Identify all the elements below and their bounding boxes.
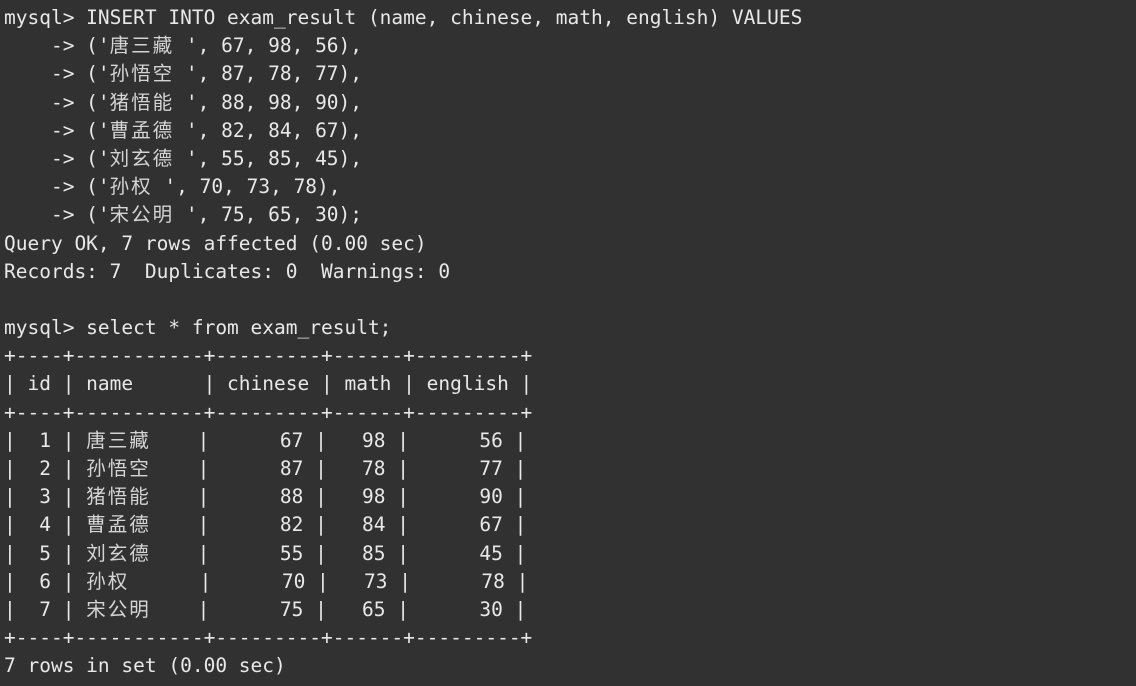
cjk-text: 孙权 (109, 175, 153, 199)
cjk-text: 曹孟德 (109, 118, 175, 142)
cjk-text: 猪悟能 (109, 90, 175, 114)
table-data-row-2: | 2 | 孙悟空 | 87 | 78 | 77 | (4, 457, 527, 480)
insert-values-row-1: -> ('唐三藏 ', 67, 98, 56), (4, 34, 363, 58)
insert-command-line: mysql> INSERT INTO exam_result (name, ch… (4, 6, 803, 29)
cjk-text: 宋公明 (109, 203, 175, 227)
rows-in-set-line: 7 rows in set (0.00 sec) (4, 654, 286, 678)
cjk-text: 刘玄德 (86, 541, 151, 565)
records-line: Records: 7 Duplicates: 0 Warnings: 0 (4, 259, 451, 283)
table-data-row-3: | 3 | 猪悟能 | 88 | 98 | 90 | (4, 485, 527, 509)
insert-values-row-6: -> ('孙权 ', 70, 73, 78), (4, 175, 341, 199)
cjk-text: 猪悟能 (86, 485, 151, 509)
table-data-row-5: | 5 | 刘玄德 | 55 | 85 | 45 | (4, 541, 527, 565)
cjk-text: 曹孟德 (86, 513, 151, 537)
cjk-text: 唐三藏 (86, 428, 151, 452)
table-bottom-border: +----+-----------+---------+------+-----… (4, 626, 533, 650)
table-top-border: +----+-----------+---------+------+-----… (4, 344, 533, 368)
insert-values-row-3: -> ('猪悟能 ', 88, 98, 90), (4, 90, 363, 114)
cjk-text: 唐三藏 (109, 34, 175, 58)
table-data-row-7: | 7 | 宋公明 | 75 | 65 | 30 | (4, 597, 527, 621)
cjk-text: 孙权 (86, 569, 130, 593)
table-header-row: | id | name | chinese | math | english | (4, 372, 533, 396)
insert-values-row-2: -> ('孙悟空 ', 87, 78, 77), (4, 62, 363, 86)
insert-values-row-5: -> ('刘玄德 ', 55, 85, 45), (4, 146, 363, 170)
mysql-terminal-output[interactable]: mysql> INSERT INTO exam_result (name, ch… (0, 0, 1136, 686)
cjk-text: 孙悟空 (86, 457, 151, 480)
table-header-border: +----+-----------+---------+------+-----… (4, 400, 533, 424)
query-ok-line: Query OK, 7 rows affected (0.00 sec) (4, 231, 427, 255)
select-command-line: mysql> select * from exam_result; (4, 316, 392, 340)
table-data-row-4: | 4 | 曹孟德 | 82 | 84 | 67 | (4, 513, 527, 537)
table-data-row-1: | 1 | 唐三藏 | 67 | 98 | 56 | (4, 428, 527, 452)
cjk-text: 刘玄德 (109, 146, 175, 170)
cjk-text: 孙悟空 (109, 62, 175, 86)
insert-values-row-7: -> ('宋公明 ', 75, 65, 30); (4, 203, 363, 227)
insert-values-row-4: -> ('曹孟德 ', 82, 84, 67), (4, 118, 363, 142)
table-data-row-6: | 6 | 孙权 | 70 | 73 | 78 | (4, 569, 529, 593)
cjk-text: 宋公明 (86, 597, 151, 621)
